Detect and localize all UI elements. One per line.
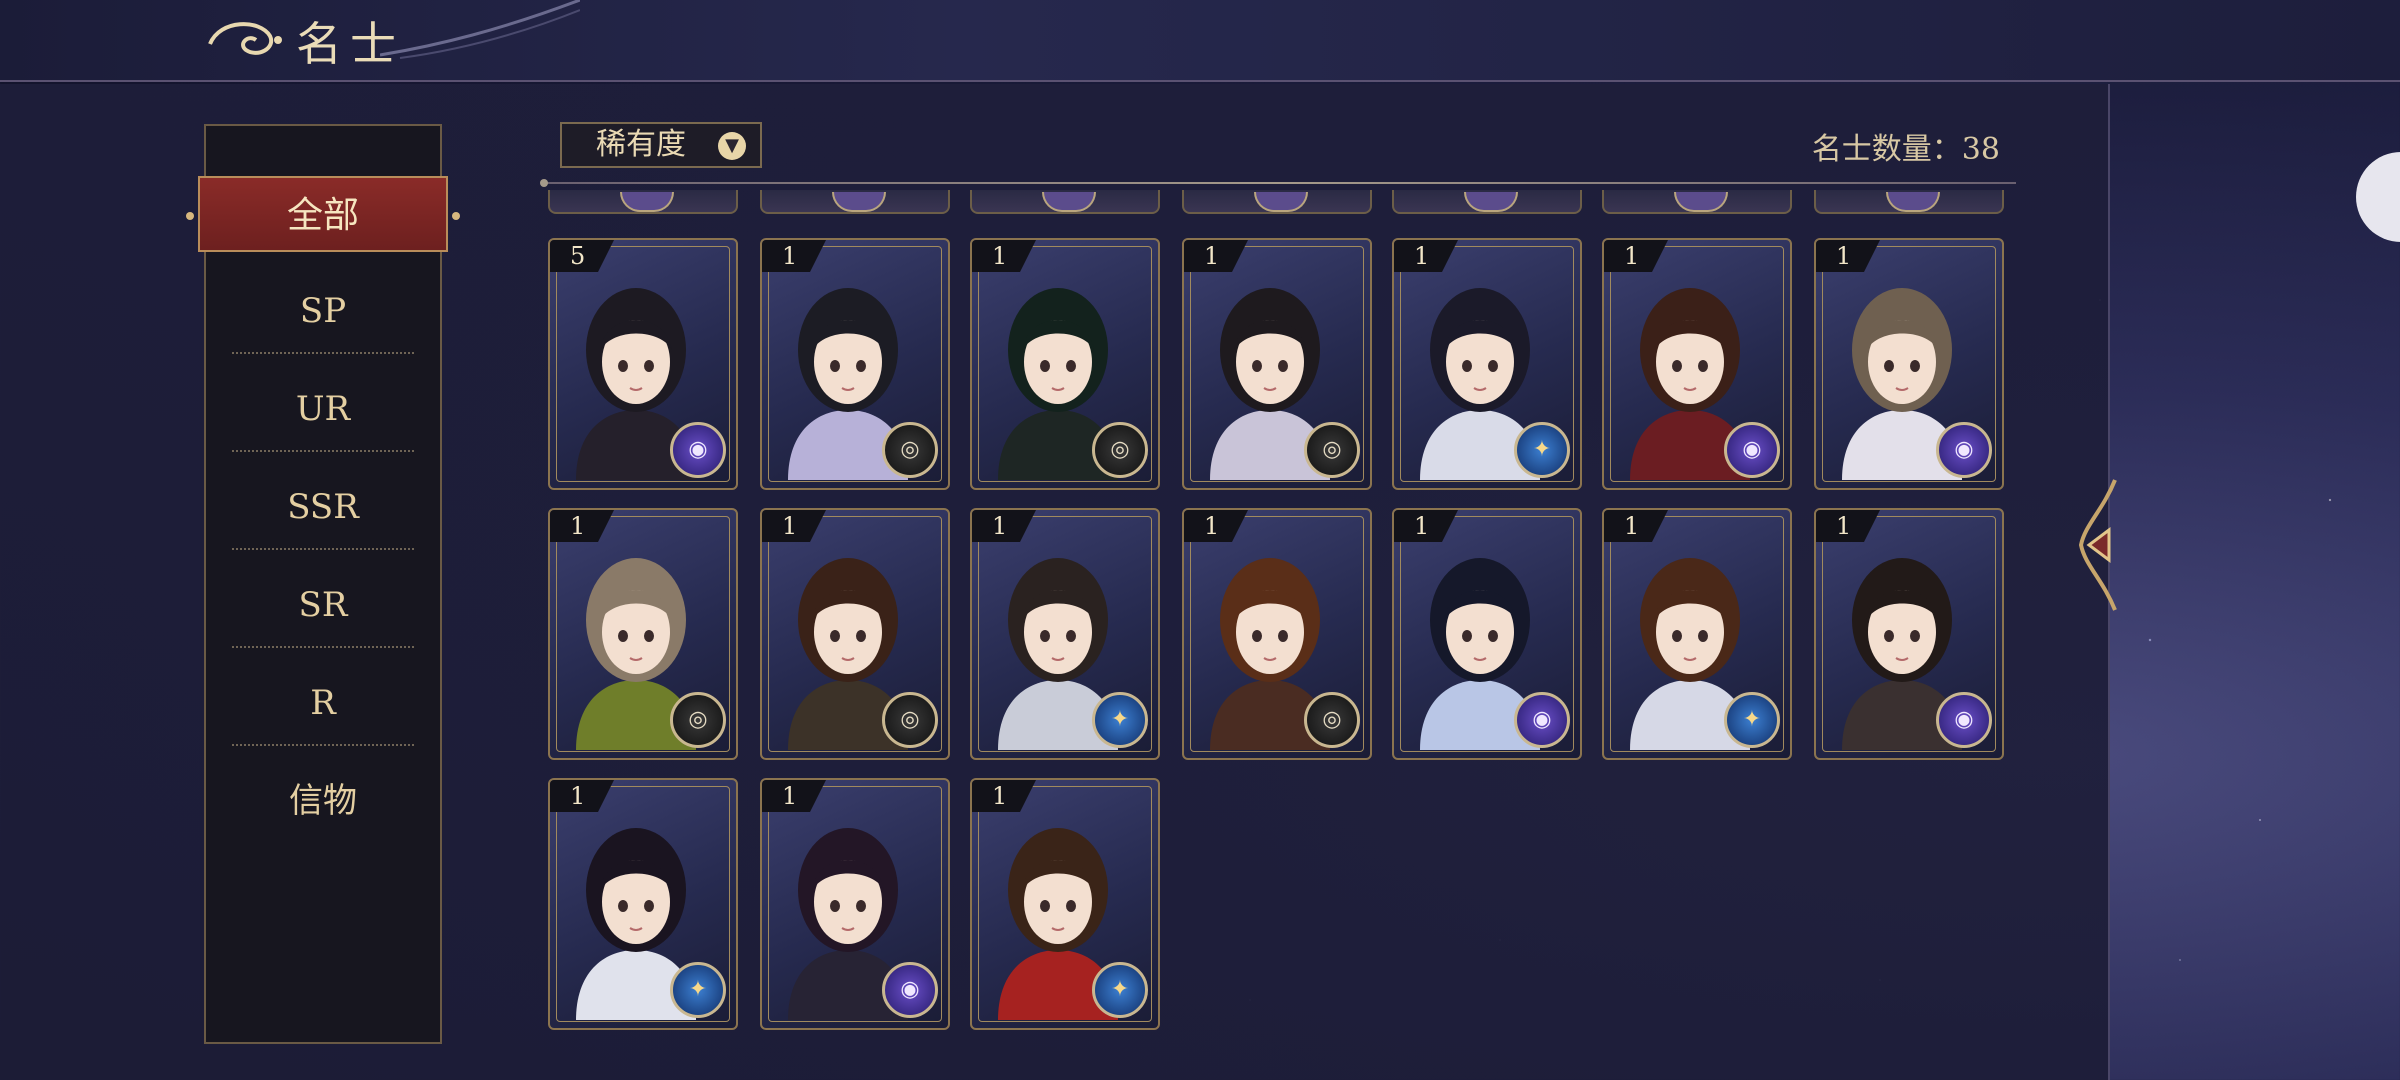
- sidebar-item-sp[interactable]: SP: [206, 278, 440, 354]
- top-bar: 名士: [0, 0, 2400, 82]
- dark-faction-badge-icon: ◎: [1092, 422, 1148, 478]
- hero-card[interactable]: 1 ◎: [1182, 238, 1372, 490]
- badge-glyph: ✦: [1110, 977, 1130, 1002]
- header-divider: [540, 179, 2016, 187]
- blue-faction-badge-icon: ✦: [1724, 692, 1780, 748]
- scrolled-card-edge: [1182, 190, 1372, 214]
- purple-faction-badge-icon: ◉: [882, 962, 938, 1018]
- scrolled-card-edge: [548, 190, 738, 214]
- dark-faction-badge-icon: ◎: [882, 422, 938, 478]
- badge-glyph: ✦: [688, 977, 708, 1002]
- sidebar-item-token[interactable]: 信物: [206, 768, 440, 834]
- purple-faction-badge-icon: ◉: [670, 422, 726, 478]
- hero-card[interactable]: 1 ✦: [1392, 238, 1582, 490]
- badge-glyph: ◉: [1742, 437, 1762, 462]
- sidebar-item-all[interactable]: 全部: [186, 176, 460, 252]
- cloud-swirl-icon: [208, 22, 282, 55]
- hero-card[interactable]: 1 ✦: [1602, 508, 1792, 760]
- badge-glyph: ✦: [1532, 437, 1552, 462]
- dark-faction-badge-icon: ◎: [882, 692, 938, 748]
- dotted-divider: [232, 548, 414, 550]
- dotted-divider: [232, 646, 414, 648]
- badge-glyph: ◉: [900, 977, 920, 1002]
- blue-faction-badge-icon: ✦: [1514, 422, 1570, 478]
- hero-card[interactable]: 1 ✦: [970, 778, 1160, 1030]
- blue-faction-badge-icon: ✦: [1092, 692, 1148, 748]
- hero-card[interactable]: 1 ◉: [1814, 238, 2004, 490]
- ornament-dot: [452, 212, 460, 220]
- badge-glyph: ◉: [1954, 437, 1974, 462]
- decorative-sweep: [380, 0, 580, 59]
- sidebar-item-label: SSR: [287, 487, 359, 527]
- sidebar-item-label: 全部: [286, 195, 359, 236]
- purple-faction-badge-icon: ◉: [1936, 692, 1992, 748]
- dark-faction-badge-icon: ◎: [1304, 692, 1360, 748]
- blue-faction-badge-icon: ✦: [670, 962, 726, 1018]
- scrolled-card-edge: [1602, 190, 1792, 214]
- dotted-divider: [232, 450, 414, 452]
- sidebar-item-sr[interactable]: SR: [206, 572, 440, 648]
- sidebar-item-label: SP: [299, 291, 347, 331]
- scrolled-card-edge: [760, 190, 950, 214]
- ornament-dot: [186, 212, 194, 220]
- chevron-down-icon: ▼: [718, 132, 746, 160]
- badge-glyph: ◉: [1954, 707, 1974, 732]
- hero-card[interactable]: 1 ◉: [760, 778, 950, 1030]
- scrolled-card-edge: [970, 190, 1160, 214]
- badge-glyph: ◎: [1110, 437, 1130, 462]
- hero-card[interactable]: 1 ◎: [970, 238, 1160, 490]
- hero-count: 名士数量：38: [1811, 132, 2000, 167]
- hero-card[interactable]: 1 ◎: [760, 238, 950, 490]
- hero-card[interactable]: 1 ◎: [548, 508, 738, 760]
- hero-card[interactable]: 1 ✦: [970, 508, 1160, 760]
- dark-faction-badge-icon: ◎: [670, 692, 726, 748]
- hero-card[interactable]: 1 ◎: [760, 508, 950, 760]
- hero-card[interactable]: 1 ◎: [1182, 508, 1372, 760]
- hero-card[interactable]: 1 ◉: [1814, 508, 2004, 760]
- rarity-filter-dropdown[interactable]: 稀有度 ▼: [560, 122, 762, 168]
- badge-glyph: ◉: [688, 437, 708, 462]
- scrolled-card-edge: [1392, 190, 1582, 214]
- collapse-arrow-icon[interactable]: [2075, 470, 2123, 620]
- purple-faction-badge-icon: ◉: [1724, 422, 1780, 478]
- badge-glyph: ◎: [1322, 707, 1342, 732]
- badge-glyph: ◉: [1532, 707, 1552, 732]
- scrolled-card-edge: [1814, 190, 2004, 214]
- sidebar-item-label: SR: [298, 585, 348, 625]
- badge-glyph: ◎: [900, 437, 920, 462]
- dark-faction-badge-icon: ◎: [1304, 422, 1360, 478]
- blue-faction-badge-icon: ✦: [1092, 962, 1148, 1018]
- hero-card[interactable]: 1 ✦: [548, 778, 738, 1030]
- badge-glyph: ◎: [1322, 437, 1342, 462]
- sidebar-item-r[interactable]: R: [206, 670, 440, 746]
- purple-faction-badge-icon: ◉: [1936, 422, 1992, 478]
- rarity-sidebar: 全部 SP UR SSR SR R 信物: [186, 124, 460, 1044]
- badge-glyph: ◎: [688, 707, 708, 732]
- badge-glyph: ✦: [1742, 707, 1762, 732]
- dotted-divider: [232, 744, 414, 746]
- sidebar-item-ssr[interactable]: SSR: [206, 474, 440, 550]
- sidebar-item-ur[interactable]: UR: [206, 376, 440, 452]
- badge-glyph: ◎: [900, 707, 920, 732]
- sidebar-item-label: R: [310, 683, 336, 723]
- filter-label: 稀有度: [596, 127, 686, 162]
- hero-card[interactable]: 1 ◉: [1602, 238, 1792, 490]
- purple-faction-badge-icon: ◉: [1514, 692, 1570, 748]
- sidebar-item-label: UR: [295, 389, 351, 429]
- sidebar-item-label: 信物: [289, 781, 357, 821]
- hero-card[interactable]: 1 ◉: [1392, 508, 1582, 760]
- dotted-divider: [232, 352, 414, 354]
- hero-card[interactable]: 5 ◉: [548, 238, 738, 490]
- badge-glyph: ✦: [1110, 707, 1130, 732]
